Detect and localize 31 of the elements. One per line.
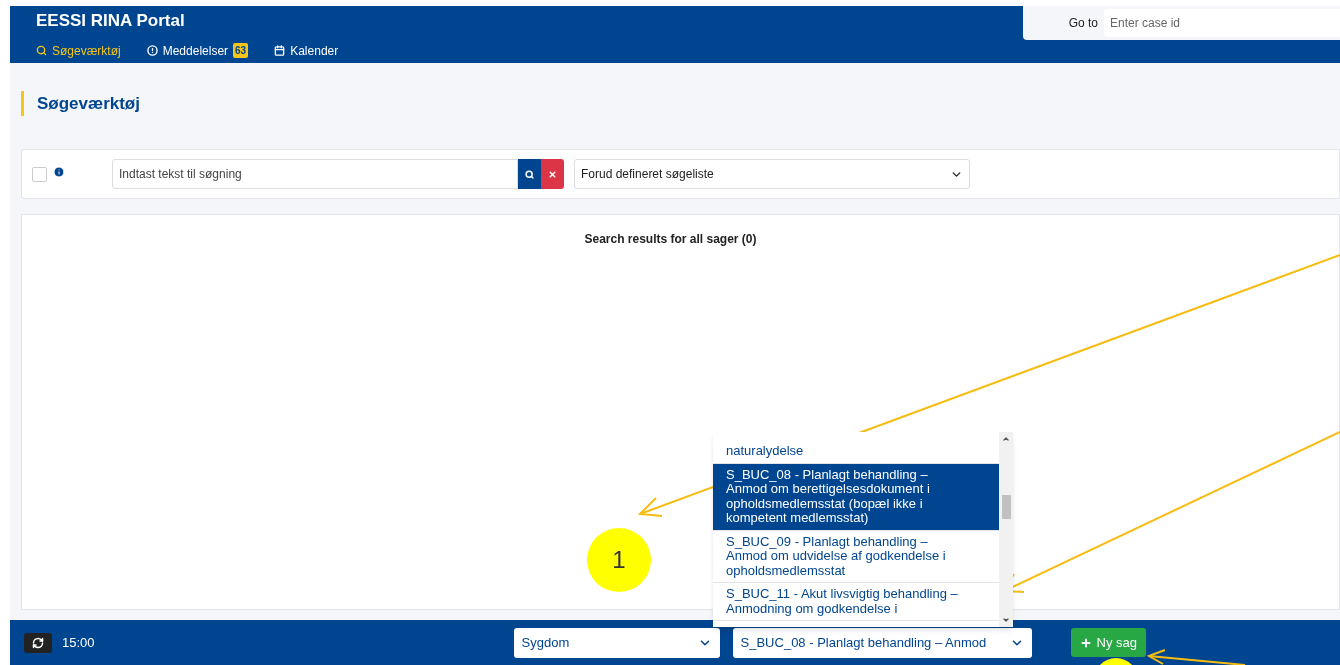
- refresh-icon: [32, 636, 44, 649]
- app-title: EESSI RINA Portal: [36, 10, 186, 32]
- goto-label: Go to: [1068, 15, 1098, 32]
- search-icon: [36, 45, 47, 56]
- plus-icon: [1079, 636, 1092, 649]
- dropdown-option[interactable]: naturalydelse: [713, 440, 999, 464]
- nav-tab[interactable]: Søgeværktøj: [36, 41, 121, 60]
- refresh-button[interactable]: [24, 632, 52, 653]
- session-timer: 15:00: [62, 633, 95, 652]
- buc-select[interactable]: S_BUC_08 - Planlagt behandling – Anmod: [732, 627, 1032, 658]
- search-icon: [525, 169, 534, 179]
- nav-tab[interactable]: Meddelelser 63: [146, 41, 249, 60]
- search-list-select[interactable]: Forud defineret søgeliste: [574, 159, 970, 189]
- count-badge: 63: [233, 43, 249, 58]
- search-button[interactable]: [518, 159, 541, 189]
- case-id-field[interactable]: Enter case id: [1104, 9, 1340, 37]
- scroll-down-icon[interactable]: [1002, 616, 1010, 624]
- scrollbar-thumb[interactable]: [1001, 495, 1011, 519]
- info-icon[interactable]: [53, 166, 65, 178]
- search-field[interactable]: Indtast tekst til søgning: [112, 159, 518, 189]
- alert-icon: [146, 45, 158, 56]
- results-heading: Search results for all sager (0): [584, 231, 757, 246]
- scrollbar[interactable]: [999, 432, 1013, 627]
- nav-tab[interactable]: Kalender: [274, 41, 339, 60]
- calendar-icon: [274, 45, 286, 56]
- page-title: Søgeværktøj: [37, 92, 140, 115]
- scroll-up-icon[interactable]: [1002, 435, 1010, 443]
- select-all-checkbox[interactable]: [32, 166, 47, 182]
- dropdown-option[interactable]: S_BUC_08 - Planlagt behandling – Anmod om berettigelsesdokument i opholdsmedlemsstat (bopæl ikke i kompetent medlemsstat): [713, 463, 999, 531]
- sector-select[interactable]: Sygdom: [513, 627, 720, 658]
- close-icon: [548, 169, 557, 179]
